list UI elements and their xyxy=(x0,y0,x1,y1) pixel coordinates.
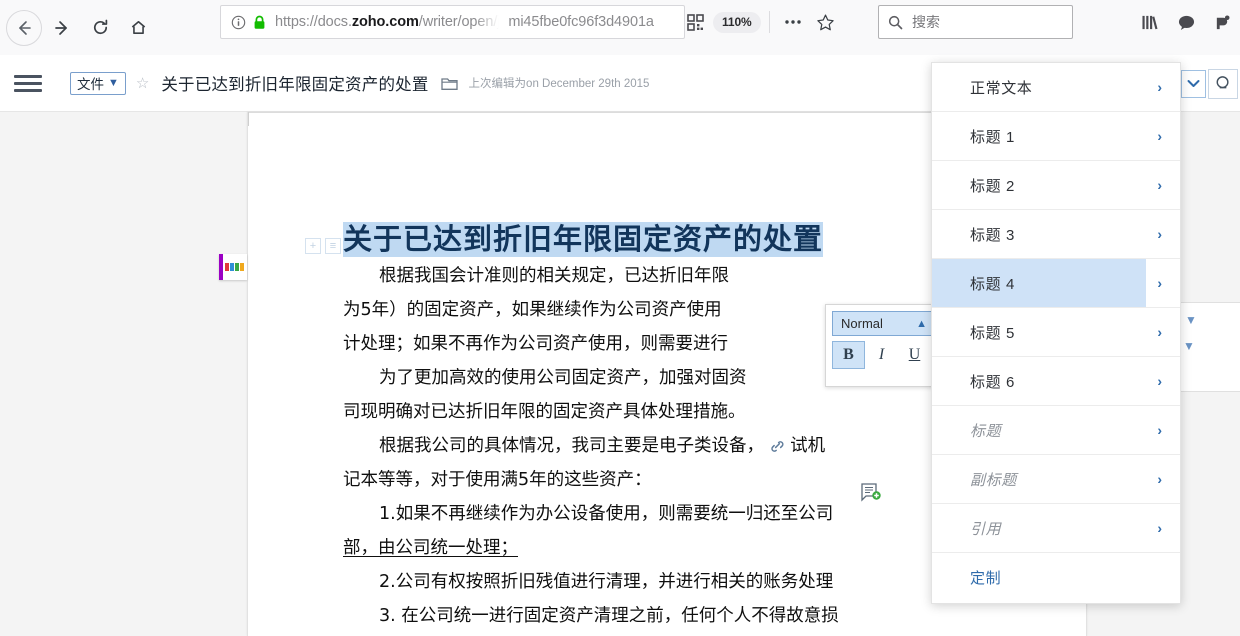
style-menu-item-heading-3[interactable]: 标题 3 › xyxy=(932,210,1180,259)
search-icon xyxy=(1216,76,1229,89)
qr-code-icon[interactable] xyxy=(680,7,710,37)
chevron-right-icon[interactable]: › xyxy=(1157,226,1162,242)
search-placeholder: 搜索 xyxy=(912,14,940,30)
style-label: 标题 2 xyxy=(970,177,1015,195)
underline-button[interactable]: U xyxy=(898,341,931,369)
style-label: 定制 xyxy=(970,569,1002,587)
chevron-right-icon[interactable]: › xyxy=(1157,128,1162,144)
add-comment-icon[interactable] xyxy=(858,482,884,506)
forward-arrow-icon xyxy=(55,20,67,35)
chevron-right-icon[interactable]: › xyxy=(1157,373,1162,389)
badge-accent-bar xyxy=(219,254,223,280)
paragraph-styles-menu[interactable]: 正常文本 › 标题 1 › 标题 2 › 标题 3 › 标题 4 › 标题 5 … xyxy=(931,62,1181,604)
reload-icon xyxy=(93,19,107,35)
document-title[interactable]: 关于已达到折旧年限固定资产的处置 xyxy=(161,71,428,95)
address-bar-actions: 110% xyxy=(680,5,841,39)
chevron-right-icon[interactable]: › xyxy=(1157,177,1162,193)
chevron-right-icon[interactable]: › xyxy=(1157,471,1162,487)
paragraph-style-dropdown[interactable]: Normal ▲ xyxy=(832,311,936,336)
zoom-level-indicator[interactable]: 110% xyxy=(713,11,761,33)
toolbar-divider xyxy=(768,11,770,33)
chevron-right-icon[interactable]: › xyxy=(1157,520,1162,536)
browser-toolbar: https://docs.zoho.com/writer/open/jqmi45… xyxy=(0,0,1240,55)
badge-color-blocks xyxy=(225,263,244,271)
style-menu-item-heading-4[interactable]: 标题 4 › xyxy=(932,259,1180,308)
style-menu-item-custom[interactable]: 定制 xyxy=(932,553,1180,601)
reload-button[interactable] xyxy=(82,10,118,46)
chevron-up-icon: ▲ xyxy=(916,317,927,330)
bookmark-star-icon[interactable] xyxy=(811,7,841,37)
document-paragraph: 3. 在公司统一进行固定资产清理之前，任何个人不得故意损 xyxy=(379,605,839,626)
paragraph-style-value: Normal xyxy=(841,316,883,331)
style-label: 标题 5 xyxy=(970,324,1015,342)
style-menu-item-heading-1[interactable]: 标题 1 › xyxy=(932,112,1180,161)
address-bar[interactable]: https://docs.zoho.com/writer/open/jqmi45… xyxy=(220,5,685,39)
folder-icon[interactable] xyxy=(440,76,458,91)
lock-icon[interactable] xyxy=(253,15,266,30)
italic-button[interactable]: I xyxy=(865,341,898,369)
style-label: 标题 1 xyxy=(970,128,1015,146)
style-menu-item-heading-6[interactable]: 标题 6 › xyxy=(932,357,1180,406)
back-button[interactable] xyxy=(6,9,42,46)
last-edited-label: 上次编辑为on December 29th 2015 xyxy=(468,78,650,90)
url-text: https://docs.zoho.com/writer/open/jqmi45… xyxy=(275,14,654,30)
chevron-right-icon[interactable]: › xyxy=(1157,79,1162,95)
hamburger-menu-icon[interactable] xyxy=(14,74,42,92)
browser-search-box[interactable]: 搜索 xyxy=(878,5,1073,39)
paragraph-settings-icon[interactable]: ≡ xyxy=(325,238,341,254)
style-label: 引用 xyxy=(970,520,1002,538)
page-info-icon[interactable] xyxy=(231,15,246,30)
account-icon[interactable] xyxy=(1206,6,1238,38)
bold-button[interactable]: B xyxy=(832,341,865,369)
library-icon[interactable] xyxy=(1134,6,1166,38)
style-label: 标题 3 xyxy=(970,226,1015,244)
browser-right-icons xyxy=(1134,5,1238,39)
search-document-button[interactable] xyxy=(1208,68,1238,99)
home-button[interactable] xyxy=(120,10,156,46)
file-menu-button[interactable]: 文件 ▼ xyxy=(70,71,126,95)
document-link-text[interactable]: 试机 xyxy=(790,436,825,456)
url-fade xyxy=(475,7,509,38)
style-label: 标题 4 xyxy=(970,275,1015,293)
style-menu-item-normal-text[interactable]: 正常文本 › xyxy=(932,63,1180,112)
ruler-marker[interactable] xyxy=(248,112,249,126)
chevron-down-icon[interactable]: ▼ xyxy=(1185,313,1197,327)
search-icon xyxy=(888,15,903,30)
favorite-star-icon[interactable]: ☆ xyxy=(136,76,149,91)
chevron-down-icon xyxy=(1187,80,1200,87)
chevron-right-icon[interactable]: › xyxy=(1157,422,1162,438)
chevron-down-icon: ▼ xyxy=(108,76,119,89)
home-icon xyxy=(131,20,145,35)
navigation-buttons xyxy=(0,9,156,46)
back-arrow-icon xyxy=(19,20,31,35)
style-menu-item-subtitle[interactable]: 副标题 › xyxy=(932,455,1180,504)
paragraph-tools: + ≡ xyxy=(305,238,341,254)
format-button-row: B I U xyxy=(832,341,936,369)
file-menu-label: 文件 xyxy=(77,77,104,92)
more-options-icon[interactable] xyxy=(778,7,808,37)
style-menu-item-heading-5[interactable]: 标题 5 › xyxy=(932,308,1180,357)
style-label: 副标题 xyxy=(970,471,1017,489)
document-watermark-badge xyxy=(219,254,247,280)
chat-icon[interactable] xyxy=(1170,6,1202,38)
style-menu-item-title[interactable]: 标题 › xyxy=(932,406,1180,455)
forward-button[interactable] xyxy=(44,10,80,46)
style-label: 标题 xyxy=(970,422,1002,440)
style-label: 标题 6 xyxy=(970,373,1015,391)
add-block-icon[interactable]: + xyxy=(305,238,321,254)
style-menu-item-heading-2[interactable]: 标题 2 › xyxy=(932,161,1180,210)
style-menu-item-quote[interactable]: 引用 › xyxy=(932,504,1180,553)
style-label: 正常文本 xyxy=(970,79,1033,97)
link-icon[interactable] xyxy=(770,436,791,456)
chevron-right-icon[interactable]: › xyxy=(1157,275,1162,291)
chevron-down-icon[interactable]: ▼ xyxy=(1183,339,1195,353)
inline-format-toolbar: Normal ▲ B I U xyxy=(825,304,943,387)
document-heading: 关于已达到折旧年限固定资产的处置 xyxy=(343,222,824,257)
chevron-right-icon[interactable]: › xyxy=(1157,324,1162,340)
